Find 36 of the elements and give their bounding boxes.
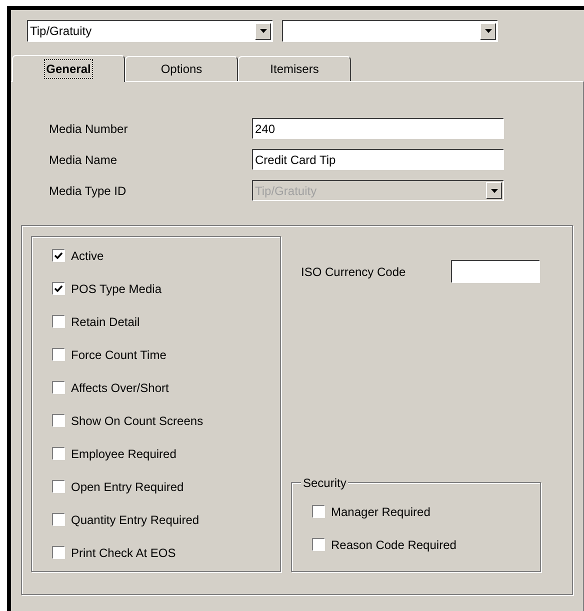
filter-dropdown[interactable]: Tip/Gratuity — [27, 20, 273, 42]
checkbox-label: Manager Required — [331, 504, 430, 520]
checkbox-label: Employee Required — [71, 446, 176, 462]
checkbox-label: Quantity Entry Required — [71, 512, 200, 528]
checkbox-label: Affects Over/Short — [71, 380, 169, 396]
input-field[interactable]: 240 — [252, 118, 504, 139]
field-label: Media Number — [49, 120, 129, 138]
checkbox[interactable] — [312, 538, 325, 551]
checkbox-label: Reason Code Required — [331, 536, 456, 554]
checkbox[interactable] — [52, 348, 65, 361]
checkbox-label: Print Check At EOS — [71, 544, 176, 562]
tab[interactable]: Options — [125, 56, 238, 81]
checkbox-label: POS Type Media — [71, 280, 162, 298]
checkbox[interactable] — [52, 447, 65, 460]
checkbox[interactable] — [52, 282, 65, 295]
checkbox[interactable] — [52, 315, 65, 328]
input-field[interactable] — [451, 260, 540, 283]
checkbox[interactable] — [52, 480, 65, 493]
checkbox[interactable] — [52, 249, 65, 262]
checkbox-label: Active — [71, 248, 104, 264]
checkbox-label: Open Entry Required — [71, 478, 184, 496]
checkbox[interactable] — [52, 513, 65, 526]
checkbox-label: Show On Count Screens — [71, 412, 204, 430]
field-label: ISO Currency Code — [301, 264, 407, 280]
tab[interactable]: General — [12, 55, 125, 82]
field-label: Media Name — [49, 152, 118, 168]
checkbox[interactable] — [312, 505, 325, 518]
checkbox[interactable] — [52, 414, 65, 427]
tab[interactable]: Itemisers — [238, 56, 351, 81]
checkbox[interactable] — [52, 546, 65, 559]
checkbox-label: Force Count Time — [71, 346, 166, 364]
field-label: Media Type ID — [49, 182, 128, 200]
checkbox[interactable] — [52, 381, 65, 394]
input-field[interactable]: Credit Card Tip — [252, 149, 504, 170]
filter-dropdown[interactable] — [282, 20, 498, 42]
checkbox-label: Retain Detail — [71, 314, 140, 330]
